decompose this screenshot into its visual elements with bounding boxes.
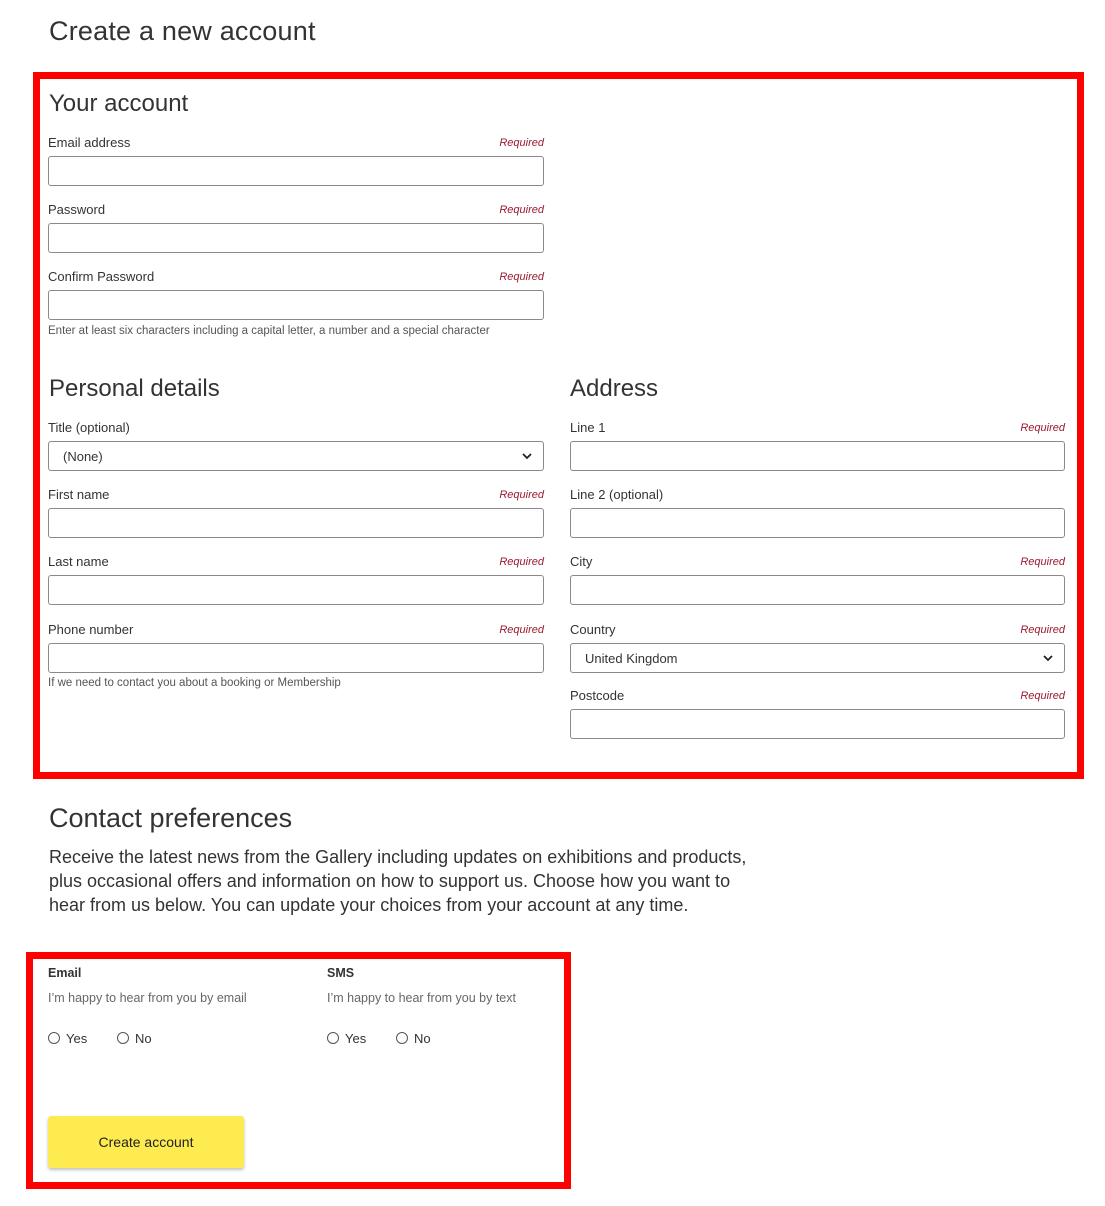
phone-hint: If we need to contact you about a bookin… (48, 677, 341, 689)
title-select-value: (None) (63, 449, 103, 464)
address-heading: Address (570, 375, 659, 402)
last-name-label: Last name (48, 554, 109, 569)
title-label: Title (optional) (48, 420, 130, 435)
line2-label: Line 2 (optional) (570, 487, 664, 502)
required-indicator: Required (499, 489, 544, 501)
radio-label: No (135, 1030, 152, 1046)
sms-preference-description: I’m happy to hear from you by text (327, 991, 516, 1005)
password-label: Password (48, 202, 106, 217)
last-name-field[interactable] (48, 575, 544, 605)
create-account-button[interactable]: Create account (48, 1116, 244, 1168)
password-field[interactable] (48, 223, 544, 253)
required-indicator: Required (499, 271, 544, 283)
radio-circle-icon (117, 1032, 129, 1044)
required-indicator: Required (1020, 556, 1065, 568)
personal-details-heading: Personal details (49, 375, 220, 402)
line1-label: Line 1 (570, 420, 606, 435)
radio-circle-icon (48, 1032, 60, 1044)
first-name-field[interactable] (48, 508, 544, 538)
required-indicator: Required (499, 137, 544, 149)
required-indicator: Required (499, 624, 544, 636)
radio-circle-icon (327, 1032, 339, 1044)
city-field[interactable] (570, 575, 1065, 605)
sms-no-radio[interactable]: No (396, 1030, 431, 1046)
required-indicator: Required (499, 204, 544, 216)
phone-label: Phone number (48, 622, 134, 637)
radio-label: Yes (66, 1030, 88, 1046)
contact-preferences-intro: Receive the latest news from the Gallery… (49, 847, 747, 915)
page-title: Create a new account (49, 16, 316, 46)
password-hint: Enter at least six characters including … (48, 325, 490, 337)
radio-label: Yes (345, 1030, 367, 1046)
address-line2-field[interactable] (570, 508, 1065, 538)
required-indicator: Required (1020, 690, 1065, 702)
country-label: Country (570, 622, 616, 637)
country-select[interactable]: United Kingdom (570, 643, 1065, 673)
email-yes-radio[interactable]: Yes (48, 1030, 87, 1046)
required-indicator: Required (499, 556, 544, 568)
email-preference-description: I’m happy to hear from you by email (48, 991, 247, 1005)
city-label: City (570, 554, 593, 569)
required-indicator: Required (1020, 624, 1065, 636)
email-no-radio[interactable]: No (117, 1030, 152, 1046)
required-indicator: Required (1020, 422, 1065, 434)
postcode-label: Postcode (570, 688, 625, 703)
contact-preferences-heading: Contact preferences (49, 803, 293, 833)
email-preference-title: Email (48, 966, 82, 980)
email-label: Email address (48, 135, 131, 150)
title-select[interactable]: (None) (48, 441, 544, 471)
country-select-value: United Kingdom (585, 651, 678, 666)
sms-yes-radio[interactable]: Yes (327, 1030, 366, 1046)
phone-field[interactable] (48, 643, 544, 673)
radio-circle-icon (396, 1032, 408, 1044)
confirm-password-label: Confirm Password (48, 269, 155, 284)
chevron-down-icon (522, 453, 532, 460)
chevron-down-icon (1043, 655, 1053, 662)
postcode-field[interactable] (570, 709, 1065, 739)
email-field[interactable] (48, 156, 544, 186)
first-name-label: First name (48, 487, 110, 502)
confirm-password-field[interactable] (48, 290, 544, 320)
sms-preference-title: SMS (327, 966, 355, 980)
your-account-heading: Your account (49, 90, 189, 117)
address-line1-field[interactable] (570, 441, 1065, 471)
radio-label: No (414, 1030, 431, 1046)
